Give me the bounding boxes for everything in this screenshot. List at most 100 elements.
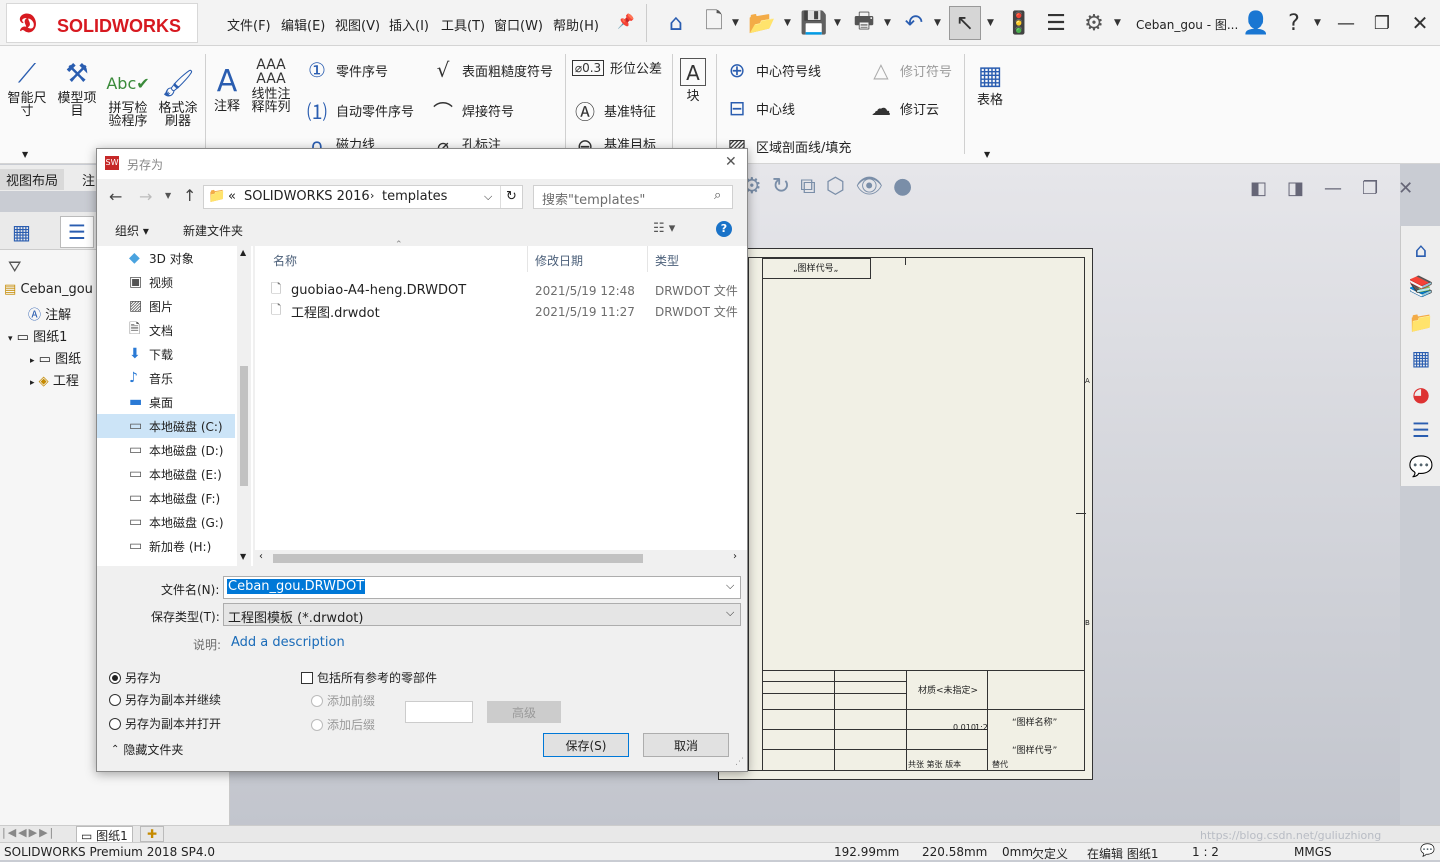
menu-window[interactable]: 窗口(W) [494, 15, 543, 34]
tile-right-icon[interactable]: ◨ [1287, 178, 1304, 199]
chevron-down-icon[interactable]: ▼ [240, 552, 246, 561]
back-arrow-icon[interactable]: ← [109, 187, 122, 206]
view-palette-icon[interactable]: ▦ [1405, 342, 1437, 374]
close-icon[interactable]: ✕ [1404, 6, 1436, 40]
tree-item-annotations[interactable]: Ⓐ 注解 [28, 304, 71, 323]
chevron-down-icon[interactable]: ⌵ [726, 606, 734, 620]
nav-item-videos[interactable]: ▣ 视频 [97, 270, 235, 294]
minimize-icon[interactable]: — [1324, 178, 1342, 199]
chevron-down-icon[interactable]: ▼ [22, 150, 28, 159]
datum-feature-button[interactable]: Ⓐ 基准特征 [572, 96, 656, 125]
radio-add-suffix[interactable]: 添加后缀 [311, 716, 375, 733]
new-folder-button[interactable]: 新建文件夹 [183, 222, 243, 239]
refresh-icon[interactable]: ↻ [500, 186, 522, 208]
forward-arrow-icon[interactable]: → [139, 187, 152, 206]
solidworks-logo[interactable]: 𝕯 SOLIDWORKS [6, 3, 198, 43]
menu-file[interactable]: 文件(F) [227, 15, 271, 34]
centermark-button[interactable]: ⊕ 中心符号线 [724, 58, 821, 82]
minimize-icon[interactable]: — [1330, 6, 1362, 40]
balloon-button[interactable]: ① 零件序号 [304, 58, 388, 82]
appearance-icon[interactable]: ● [893, 174, 912, 204]
file-properties-icon[interactable]: ☰ [1040, 6, 1072, 40]
file-row[interactable]: 🗋 guobiao-A4-heng.DRWDOT 2021/5/19 12:48… [271, 280, 741, 301]
chevron-down-icon[interactable]: ▼ [165, 191, 171, 200]
description-link[interactable]: Add a description [231, 635, 345, 650]
prefix-suffix-input[interactable] [405, 701, 473, 723]
chevron-right-icon[interactable]: ▸ [30, 378, 35, 388]
chevron-down-icon[interactable]: ▼ [1114, 18, 1121, 28]
chevron-down-icon[interactable]: ▼ [1314, 18, 1321, 28]
chevron-down-icon[interactable]: ▼ [984, 150, 990, 159]
tab-view-layout[interactable]: 视图布局 [0, 169, 65, 190]
column-divider[interactable] [647, 246, 648, 272]
filter-icon[interactable]: ⛛ [8, 257, 21, 277]
nav-item-drive-h[interactable]: ▭ 新加卷 (H:) [97, 534, 235, 558]
auto-balloon-button[interactable]: ⑴ 自动零件序号 [304, 96, 414, 125]
tree-item-sheet-format[interactable]: ▸ ▭ 图纸 [30, 348, 81, 367]
nav-item-drive-c[interactable]: ▭ 本地磁盘 (C:) [97, 414, 235, 438]
tree-item-sheet[interactable]: ▾ ▭ 图纸1 [8, 326, 67, 345]
close-icon[interactable]: ✕ [1398, 178, 1413, 199]
save-button[interactable]: 保存(S) [543, 733, 629, 757]
scrollbar-thumb[interactable] [273, 554, 643, 563]
help-icon[interactable]: ? [1278, 6, 1310, 40]
tree-root[interactable]: ▤ Ceban_gou [4, 282, 93, 297]
nav-item-pictures[interactable]: ▨ 图片 [97, 294, 235, 318]
rotate-icon[interactable]: ↻ [772, 174, 790, 204]
undo-icon[interactable]: ↶ [898, 6, 930, 40]
chevron-down-icon[interactable]: ▼ [732, 18, 739, 28]
property-manager-icon[interactable]: ☰ [60, 216, 94, 248]
filename-field[interactable]: Ceban_gou.DRWDOT ⌵ [223, 576, 741, 599]
weld-symbol-button[interactable]: ⌒ 焊接符号 [430, 96, 514, 125]
help-icon[interactable]: ? [716, 221, 732, 237]
model-items-button[interactable]: ⚒ 模型项目 [54, 56, 100, 118]
design-library-icon[interactable]: 📚 [1405, 270, 1437, 302]
search-input[interactable]: 搜索"templates" ⌕ [533, 185, 733, 209]
chevron-down-icon[interactable]: ▼ [884, 18, 891, 28]
spell-check-button[interactable]: Abc✔ 拼写检验程序 [104, 66, 152, 128]
tab-annotation[interactable]: 注 [82, 170, 95, 189]
organize-menu[interactable]: 组织 ▾ [115, 222, 149, 239]
pin-icon[interactable]: 📌 [617, 14, 634, 30]
rebuild-traffic-light-icon[interactable]: 🚦 [1003, 6, 1035, 40]
column-name[interactable]: 名称 [273, 252, 297, 269]
radio-button[interactable] [311, 718, 323, 731]
menu-tools[interactable]: 工具(T) [441, 15, 485, 34]
hide-show-icon[interactable]: 👁 [855, 174, 883, 204]
radio-button[interactable] [109, 693, 121, 706]
resize-grip-icon[interactable]: ⋰ [735, 757, 744, 767]
radio-button[interactable] [109, 717, 121, 730]
column-divider[interactable] [527, 246, 528, 272]
radio-button[interactable] [109, 671, 121, 684]
chevron-down-icon[interactable]: ▾ [8, 334, 13, 344]
smart-dimension-button[interactable]: ⟋ 智能尺寸 [4, 56, 50, 118]
file-explorer-icon[interactable]: 📁 [1405, 306, 1437, 338]
new-document-icon[interactable]: 🗋 [698, 6, 730, 40]
filetype-select[interactable]: 工程图模板 (*.drwdot) ⌵ [223, 603, 741, 626]
sheet-scale[interactable]: 1 : 2 [1192, 845, 1219, 859]
open-icon[interactable]: 📂 [746, 6, 778, 40]
radio-save-as[interactable]: 另存为 [109, 669, 161, 686]
radio-add-prefix[interactable]: 添加前缀 [311, 692, 375, 709]
drawing-sheet[interactable]: „图样代号„ A B 材质<未指定> “图样名称” “图样代号” 0.010 1… [718, 248, 1093, 780]
nav-item-documents[interactable]: 🗎 文档 [97, 318, 235, 342]
dialog-title-bar[interactable]: SW 另存为 ✕ [97, 149, 747, 179]
chevron-up-icon[interactable]: ▲ [240, 248, 246, 257]
column-date[interactable]: 修改日期 [535, 252, 583, 269]
nav-item-music[interactable]: ♪ 音乐 [97, 366, 235, 390]
section-view-icon[interactable]: ⧉ [800, 174, 816, 204]
cancel-button[interactable]: 取消 [643, 733, 729, 757]
nav-item-drive-g[interactable]: ▭ 本地磁盘 (G:) [97, 510, 235, 534]
horizontal-scrollbar[interactable]: ‹ › [255, 550, 747, 566]
address-bar[interactable]: 📁 « SOLIDWORKS 2016 › templates ⌵ ↻ [203, 185, 523, 209]
save-icon[interactable]: 💾 [798, 6, 830, 40]
checkbox[interactable] [301, 671, 313, 684]
chevron-left-icon[interactable]: ‹ [259, 551, 263, 562]
custom-properties-icon[interactable]: ☰ [1405, 414, 1437, 446]
revision-symbol-button[interactable]: △ 修订符号 [868, 58, 952, 82]
up-arrow-icon[interactable]: ↑ [183, 186, 196, 205]
block-button[interactable]: A 块 [678, 58, 708, 103]
chevron-right-icon[interactable]: ▸ [30, 356, 35, 366]
display-style-icon[interactable]: ⬡ [826, 174, 845, 204]
include-references-checkbox[interactable]: 包括所有参考的零部件 [301, 669, 437, 686]
